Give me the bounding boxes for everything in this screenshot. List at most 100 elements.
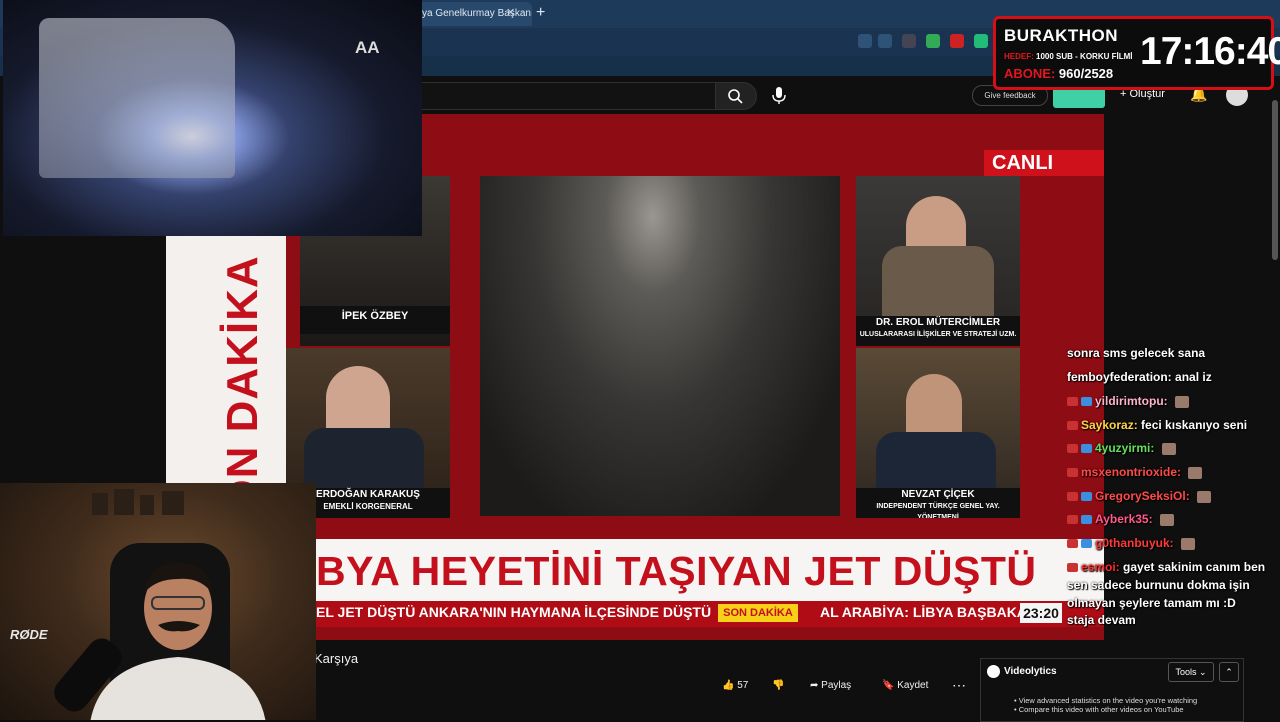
search-input[interactable] xyxy=(420,82,717,110)
chat-message: yildirimtopu: xyxy=(1067,394,1190,408)
video-title: Karşıya xyxy=(314,651,359,666)
chat-badge-icon xyxy=(1081,539,1092,549)
goal-text: 1000 SUB - KORKU FİLMİ xyxy=(1036,52,1133,61)
like-count: 57 xyxy=(737,680,749,691)
microphone-icon xyxy=(772,87,786,104)
videolytics-bullet-text: View advanced statistics on the video yo… xyxy=(1018,696,1198,705)
extension-icon[interactable] xyxy=(950,34,964,48)
thumbs-down-icon: 👎 xyxy=(772,680,785,691)
panelist-frame: NEVZAT ÇİÇEK INDEPENDENT TÜRKÇE GENEL YA… xyxy=(856,348,1020,518)
chat-message: g0thanbuyuk: xyxy=(1067,536,1196,550)
chat-username[interactable]: Ayberk35: xyxy=(1095,512,1153,526)
chat-text: sonra sms gelecek sana xyxy=(1067,346,1206,360)
videolytics-title: Videolytics xyxy=(1004,666,1057,677)
chat-username[interactable]: msxenontrioxide: xyxy=(1081,465,1181,479)
chat-badge-icon xyxy=(1081,492,1092,502)
wall-frames xyxy=(92,489,192,521)
panelist-suit xyxy=(882,246,994,316)
chat-badge-icon xyxy=(1067,421,1078,431)
tab-title: ya Genelkurmay Başkanı'n xyxy=(422,8,532,19)
chat-message: femboyfederation: anal iz xyxy=(1067,370,1212,384)
chat-username[interactable]: yildirimtopu: xyxy=(1095,394,1168,408)
chat-text: feci kıskanıyo seni xyxy=(1141,418,1248,432)
chat-badge-icon xyxy=(1067,444,1078,454)
chat-message: GregorySeksiOl: xyxy=(1067,489,1212,503)
panelist-title: ULUSLARARASI İLİŞKİLER VE STRATEJİ UZM. xyxy=(859,331,1017,338)
burakthon-subs: ABONE: 960/2528 xyxy=(1004,66,1113,81)
broadcast-clock: 23:20 xyxy=(1020,603,1062,623)
share-button[interactable]: ➦ Paylaş xyxy=(810,680,851,691)
chat-username[interactable]: GregorySeksiOl: xyxy=(1095,489,1190,503)
voice-search-button[interactable] xyxy=(766,82,792,108)
search-icon xyxy=(728,89,743,104)
chat-emote-icon xyxy=(1159,513,1174,526)
save-label: Kaydet xyxy=(897,680,929,691)
panelist-name: NEVZAT ÇİÇEK xyxy=(901,489,975,500)
chat-badge-icon xyxy=(1067,397,1078,407)
panelist-title: INDEPENDENT TÜRKÇE GENEL YAY. YÖNETMENİ xyxy=(876,503,1000,518)
chat-emote-icon xyxy=(1181,537,1196,550)
streamer-webcam: RØDE xyxy=(0,483,316,720)
news-footage-overlay: AA xyxy=(3,0,422,236)
chat-message: sonra sms gelecek sana xyxy=(1067,346,1205,360)
page-action-icon[interactable] xyxy=(858,34,872,48)
tab-close-icon[interactable]: ✕ xyxy=(506,6,515,19)
chat-badge-icon xyxy=(1067,563,1078,573)
vehicle-shape xyxy=(39,18,235,178)
chat-message: 4yuzyirmi: xyxy=(1067,441,1176,455)
chat-message: esmoi: gayet sakinim canım ben xyxy=(1067,560,1265,574)
chat-badge-icon xyxy=(1067,468,1078,478)
like-button[interactable]: 👍 57 xyxy=(722,680,748,691)
save-button[interactable]: 🔖 Kaydet xyxy=(882,680,928,691)
ticker-text-left: EL JET DÜŞTÜ ANKARA'NIN HAYMANA İLÇESİND… xyxy=(316,604,712,620)
chat-emote-icon xyxy=(1161,442,1176,455)
dislike-button[interactable]: 👎 xyxy=(772,680,784,691)
burakthon-title: BURAKTHON xyxy=(1004,26,1119,45)
chat-username[interactable]: g0thanbuyuk: xyxy=(1095,536,1174,550)
center-footage xyxy=(480,176,840,516)
chat-emote-icon xyxy=(1175,395,1190,408)
chat-text: olmayan şeylere tamam mı :D xyxy=(1067,596,1236,610)
collapse-chevron-icon[interactable]: ⌃ xyxy=(1219,662,1239,682)
chat-badge-icon xyxy=(1067,539,1078,549)
chat-text: sen sadece burnunu dokma işin xyxy=(1067,578,1250,592)
thumbs-up-icon: 👍 xyxy=(722,680,738,691)
subs-value: 960/2528 xyxy=(1058,66,1114,81)
panelist-caption: NEVZAT ÇİÇEK INDEPENDENT TÜRKÇE GENEL YA… xyxy=(856,488,1020,518)
chat-message: Saykoraz: feci kıskanıyo seni xyxy=(1067,418,1247,432)
burakthon-timer: 17:16:40 xyxy=(1140,30,1280,73)
panelist-suit xyxy=(876,432,996,488)
chat-badge-icon xyxy=(1081,515,1092,525)
chat-emote-icon xyxy=(1197,490,1212,503)
chat-emote-icon xyxy=(1188,466,1203,479)
more-actions-button[interactable]: ⋯ xyxy=(952,677,966,694)
chat-badge-icon xyxy=(1067,515,1078,525)
chat-username[interactable]: 4yuzyirmi: xyxy=(1095,441,1154,455)
chat-username[interactable]: femboyfederation: xyxy=(1067,370,1172,384)
page-scrollbar[interactable] xyxy=(1272,100,1278,260)
chat-message: olmayan şeylere tamam mı :D xyxy=(1067,596,1236,610)
new-tab-button[interactable]: + xyxy=(536,4,545,22)
extension-icon[interactable] xyxy=(902,34,916,48)
extension-icon[interactable] xyxy=(974,34,988,48)
panelist-name: İPEK ÖZBEY xyxy=(300,306,450,334)
videolytics-logo-icon xyxy=(987,665,1000,678)
chat-message: Ayberk35: xyxy=(1067,512,1174,526)
share-icon: ➦ xyxy=(810,680,822,691)
live-badge: CANLI xyxy=(984,150,1104,176)
chat-username[interactable]: esmoi: xyxy=(1081,560,1120,574)
burakthon-goal: HEDEF: 1000 SUB - KORKU FİLMİ xyxy=(1004,52,1132,61)
videolytics-bullet-text: Compare this video with other videos on … xyxy=(1018,705,1184,714)
videolytics-bullet: • View advanced statistics on the video … xyxy=(1014,696,1198,705)
chat-username[interactable]: Saykoraz: xyxy=(1081,418,1138,432)
extension-icon[interactable] xyxy=(926,34,940,48)
videolytics-tools-dropdown[interactable]: Tools ⌄ xyxy=(1168,662,1214,682)
ticker-text-right: AL ARABİYA: LİBYA BAŞBAKA xyxy=(820,604,1027,620)
chat-text: gayet sakinim canım ben xyxy=(1123,560,1266,574)
search-button[interactable] xyxy=(715,82,757,110)
chat-message: staja devam xyxy=(1067,613,1136,627)
panelist-suit xyxy=(304,428,424,488)
chat-badge-icon xyxy=(1067,492,1078,502)
videolytics-bullet: • Compare this video with other videos o… xyxy=(1014,705,1184,714)
bookmark-star-icon[interactable] xyxy=(878,34,892,48)
